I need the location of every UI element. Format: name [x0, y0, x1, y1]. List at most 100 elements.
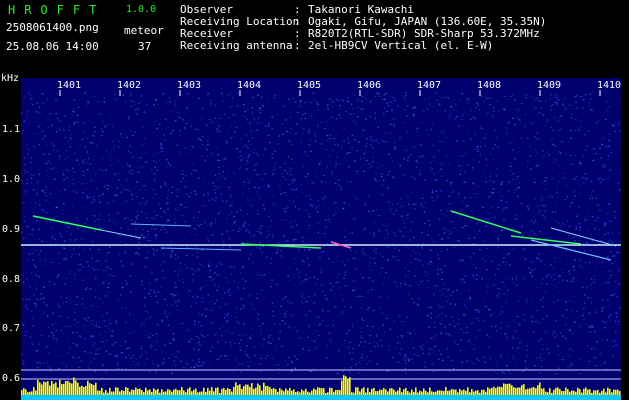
noise-speck [524, 360, 527, 362]
noise-speck [514, 218, 517, 220]
noise-speck [364, 341, 366, 343]
noise-speck [95, 278, 97, 280]
noise-speck [190, 125, 193, 127]
noise-speck [364, 227, 366, 230]
noise-speck [457, 298, 460, 300]
noise-speck [260, 289, 263, 291]
noise-speck [574, 154, 577, 156]
noise-speck [184, 175, 187, 177]
noise-speck [450, 359, 453, 362]
histogram-bar [189, 387, 191, 396]
noise-speck [429, 153, 431, 156]
noise-speck [101, 194, 103, 196]
noise-speck [485, 181, 487, 183]
noise-speck [428, 306, 430, 309]
noise-speck [82, 174, 85, 176]
noise-speck [161, 270, 164, 272]
noise-speck [356, 98, 358, 100]
histogram-bar [59, 379, 61, 396]
noise-speck [308, 130, 310, 132]
noise-speck [617, 122, 619, 124]
noise-speck [71, 206, 74, 208]
noise-speck [144, 203, 147, 205]
spectrogram [21, 78, 621, 400]
noise-speck [95, 259, 98, 262]
noise-speck [122, 286, 124, 288]
noise-speck [139, 325, 142, 327]
noise-speck [530, 168, 532, 170]
noise-speck [116, 322, 118, 324]
noise-speck [225, 277, 227, 279]
noise-speck [542, 318, 545, 320]
noise-speck [46, 119, 49, 121]
noise-speck [478, 311, 480, 313]
noise-speck [473, 252, 475, 254]
noise-speck [398, 249, 400, 251]
noise-speck [71, 167, 74, 169]
noise-speck [49, 162, 52, 164]
noise-speck [335, 118, 338, 120]
noise-speck [156, 135, 158, 137]
noise-speck [515, 224, 518, 226]
noise-speck [536, 164, 539, 166]
noise-speck [37, 298, 39, 300]
noise-speck [93, 358, 96, 360]
noise-speck [154, 228, 156, 230]
noise-speck [145, 310, 147, 312]
noise-speck [291, 360, 293, 362]
noise-speck [493, 110, 495, 112]
noise-speck [178, 279, 180, 281]
noise-speck [253, 198, 255, 200]
noise-speck [565, 108, 568, 110]
noise-speck [115, 320, 117, 322]
noise-speck [309, 327, 311, 329]
noise-speck [508, 252, 511, 254]
noise-speck [137, 171, 140, 173]
noise-speck [371, 140, 374, 142]
noise-speck [444, 231, 446, 234]
noise-speck [541, 214, 544, 216]
noise-speck [599, 209, 601, 211]
noise-speck [284, 323, 286, 325]
noise-speck [175, 364, 177, 366]
noise-speck [325, 297, 327, 299]
noise-speck [371, 311, 373, 313]
noise-speck [137, 108, 139, 110]
noise-speck [197, 365, 200, 367]
noise-speck [259, 112, 262, 114]
noise-speck [335, 211, 337, 213]
noise-speck [211, 198, 214, 200]
noise-speck [391, 132, 393, 134]
noise-speck [571, 363, 573, 365]
noise-speck [76, 217, 78, 219]
noise-speck [307, 336, 309, 339]
noise-speck [207, 140, 209, 142]
noise-speck [170, 251, 173, 253]
noise-speck [493, 371, 496, 373]
noise-speck [564, 199, 566, 201]
noise-speck [564, 98, 567, 100]
noise-speck [251, 137, 253, 139]
noise-speck [568, 235, 570, 237]
noise-speck [350, 103, 353, 105]
noise-speck [193, 190, 196, 192]
noise-speck [545, 332, 547, 334]
noise-speck [211, 279, 213, 281]
noise-speck [128, 313, 131, 316]
noise-speck [126, 189, 128, 191]
noise-speck [327, 215, 330, 217]
noise-speck [157, 166, 159, 168]
noise-speck [200, 333, 202, 335]
noise-speck [106, 325, 109, 328]
noise-speck [219, 130, 221, 132]
noise-speck [615, 331, 617, 333]
noise-speck [317, 222, 319, 224]
noise-speck [272, 310, 274, 313]
noise-speck [22, 283, 25, 285]
noise-speck [350, 250, 352, 252]
noise-speck [58, 252, 60, 254]
noise-speck [122, 94, 125, 96]
noise-speck [172, 129, 174, 131]
histogram-bar [89, 383, 91, 396]
noise-speck [186, 180, 188, 182]
